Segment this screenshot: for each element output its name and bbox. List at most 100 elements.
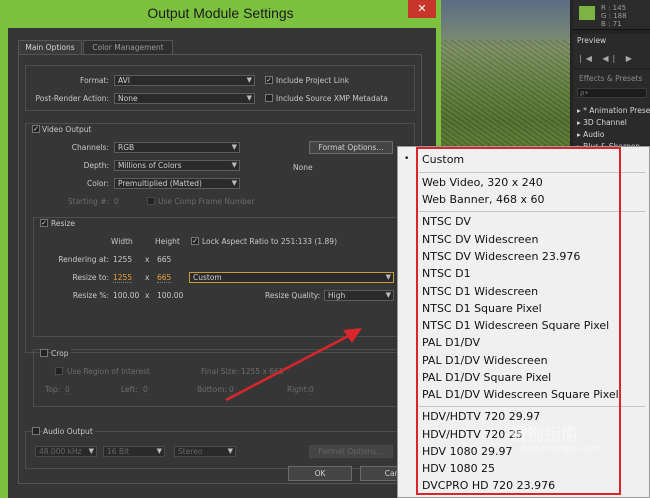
crop-top-label: Top: — [45, 385, 61, 394]
post-render-value: None — [118, 94, 138, 103]
rendering-at-label: Rendering at: — [58, 255, 109, 264]
resize-height-field[interactable]: 665 — [157, 273, 172, 283]
main-options-page: Format: AVI ▼ Post-Render Action: None ▼ ✓… — [18, 54, 422, 484]
format-options-info: None — [293, 163, 313, 172]
audio-channels-value: Stereo — [178, 447, 203, 456]
crop-right-field[interactable]: 0 — [309, 385, 314, 395]
resize-title: Resize — [51, 219, 78, 228]
output-module-settings-dialog: Output Module Settings ✕ Main Options Co… — [0, 0, 441, 498]
lock-aspect-checkbox[interactable]: ✓ — [191, 237, 199, 245]
tab-preview[interactable]: Preview — [577, 36, 606, 45]
dialog-client-area: Main Options Color Management Format: AV… — [8, 28, 436, 498]
info-green-value: G : 188 — [601, 12, 627, 20]
resize-quality-dropdown[interactable]: High ▼ — [324, 290, 394, 301]
include-project-link-label: Include Project Link — [276, 76, 350, 85]
resize-width-field[interactable]: 1255 — [113, 273, 133, 283]
tab-effects-presets[interactable]: Effects & Presets — [579, 74, 642, 83]
format-label: Format: — [80, 76, 109, 85]
lock-aspect-label: Lock Aspect Ratio to 251:133 (1.89) — [202, 237, 337, 246]
audio-output-title: Audio Output — [43, 427, 95, 436]
watermark-text: 搜狗指南 — [510, 425, 578, 445]
effects-item-audio[interactable]: ▸ Audio — [577, 130, 604, 139]
color-swatch — [579, 6, 595, 20]
starting-number-label: Starting #: — [67, 197, 109, 206]
effects-search-input[interactable]: ρ• — [577, 88, 647, 98]
chevron-down-icon: ▼ — [156, 447, 162, 455]
audio-rate-dropdown[interactable]: 48.000 kHz ▼ — [35, 446, 97, 457]
crop-bottom-field[interactable]: 0 — [229, 385, 234, 395]
crop-checkbox[interactable] — [40, 349, 48, 357]
resize-percent-x: x — [145, 291, 150, 300]
starting-number-field[interactable]: 0 — [114, 197, 119, 207]
use-roi-label: Use Region of Interest — [67, 367, 150, 376]
composition-viewer[interactable] — [436, 0, 570, 160]
resize-x: x — [145, 273, 150, 282]
watermark-url: zhinan.sogou.com — [520, 444, 602, 454]
chevron-down-icon: ▼ — [246, 76, 252, 84]
depth-value: Millions of Colors — [118, 161, 182, 170]
use-comp-frame-label: Use Comp Frame Number — [158, 197, 255, 206]
chevron-down-icon: ▼ — [385, 291, 391, 299]
selected-bullet-icon: • — [404, 154, 410, 164]
dialog-title: Output Module Settings — [147, 5, 294, 21]
audio-output-checkbox[interactable] — [32, 427, 40, 435]
post-render-dropdown[interactable]: None ▼ — [114, 93, 255, 104]
channels-dropdown[interactable]: RGB ▼ — [114, 142, 240, 153]
crop-left-field[interactable]: 0 — [143, 385, 148, 395]
crop-top-field[interactable]: 0 — [65, 385, 70, 395]
use-comp-frame-checkbox[interactable] — [147, 197, 155, 205]
color-dropdown[interactable]: Premultiplied (Matted) ▼ — [114, 178, 240, 189]
resize-preset-value: Custom — [193, 273, 222, 282]
crop-title: Crop — [51, 349, 71, 358]
post-render-label: Post-Render Action: — [35, 94, 110, 103]
resize-preset-dropdown[interactable]: Custom ▼ — [189, 272, 394, 283]
format-value: AVI — [118, 76, 130, 85]
info-blue-value: B : 71 — [601, 20, 622, 28]
crop-bottom-label: Bottom: — [197, 385, 228, 394]
chevron-down-icon: ▼ — [231, 161, 237, 169]
info-red-value: R : 145 — [601, 4, 627, 12]
audio-format-options-button[interactable]: Format Options... — [309, 445, 393, 458]
audio-bits-value: 16 Bit — [107, 447, 130, 456]
chevron-down-icon: ▼ — [246, 94, 252, 102]
resize-percent-width[interactable]: 100.00 — [113, 291, 139, 300]
format-dropdown[interactable]: AVI ▼ — [114, 75, 255, 86]
height-header: Height — [155, 237, 180, 246]
rendering-x: x — [145, 255, 150, 264]
ok-button[interactable]: OK — [288, 466, 352, 481]
effects-presets-panel: Effects & Presets ρ• ▸ * Animation Prese… — [573, 70, 650, 151]
chevron-down-icon: ▼ — [231, 179, 237, 187]
chevron-down-icon: ▼ — [88, 447, 94, 455]
rendering-height: 665 — [157, 255, 172, 264]
audio-bits-dropdown[interactable]: 16 Bit ▼ — [103, 446, 165, 457]
crop-group — [33, 349, 407, 407]
tab-main-options[interactable]: Main Options — [18, 40, 82, 54]
use-roi-checkbox[interactable] — [55, 367, 63, 375]
chevron-down-icon: ▼ — [227, 447, 233, 455]
dialog-titlebar[interactable]: Output Module Settings ✕ — [0, 0, 441, 28]
playback-controls[interactable]: |◀ ◀| ▶ — [579, 54, 636, 63]
resize-percent-height[interactable]: 100.00 — [157, 291, 183, 300]
effects-item-3d-channel[interactable]: ▸ 3D Channel — [577, 118, 627, 127]
channels-label: Channels: — [71, 143, 109, 152]
resize-checkbox[interactable]: ✓ — [40, 219, 48, 227]
video-format-options-button[interactable]: Format Options... — [309, 141, 393, 154]
color-label: Color: — [87, 179, 109, 188]
include-project-link-checkbox[interactable]: ✓ — [265, 76, 273, 84]
resize-quality-value: High — [328, 291, 346, 300]
tab-color-management[interactable]: Color Management — [83, 40, 173, 54]
close-button[interactable]: ✕ — [408, 0, 436, 18]
chevron-down-icon: ▼ — [231, 143, 237, 151]
color-value: Premultiplied (Matted) — [118, 179, 202, 188]
video-output-title: Video Output — [42, 125, 94, 134]
video-output-checkbox[interactable]: ✓ — [32, 125, 40, 133]
rendering-width: 1255 — [113, 255, 133, 264]
resize-percent-label: Resize %: — [72, 291, 109, 300]
width-header: Width — [111, 237, 133, 246]
audio-channels-dropdown[interactable]: Stereo ▼ — [174, 446, 236, 457]
crop-left-label: Left: — [121, 385, 138, 394]
depth-dropdown[interactable]: Millions of Colors ▼ — [114, 160, 240, 171]
channels-value: RGB — [118, 143, 135, 152]
effects-item-animation-presets[interactable]: ▸ * Animation Prese — [577, 106, 650, 115]
include-xmp-checkbox[interactable] — [265, 94, 273, 102]
